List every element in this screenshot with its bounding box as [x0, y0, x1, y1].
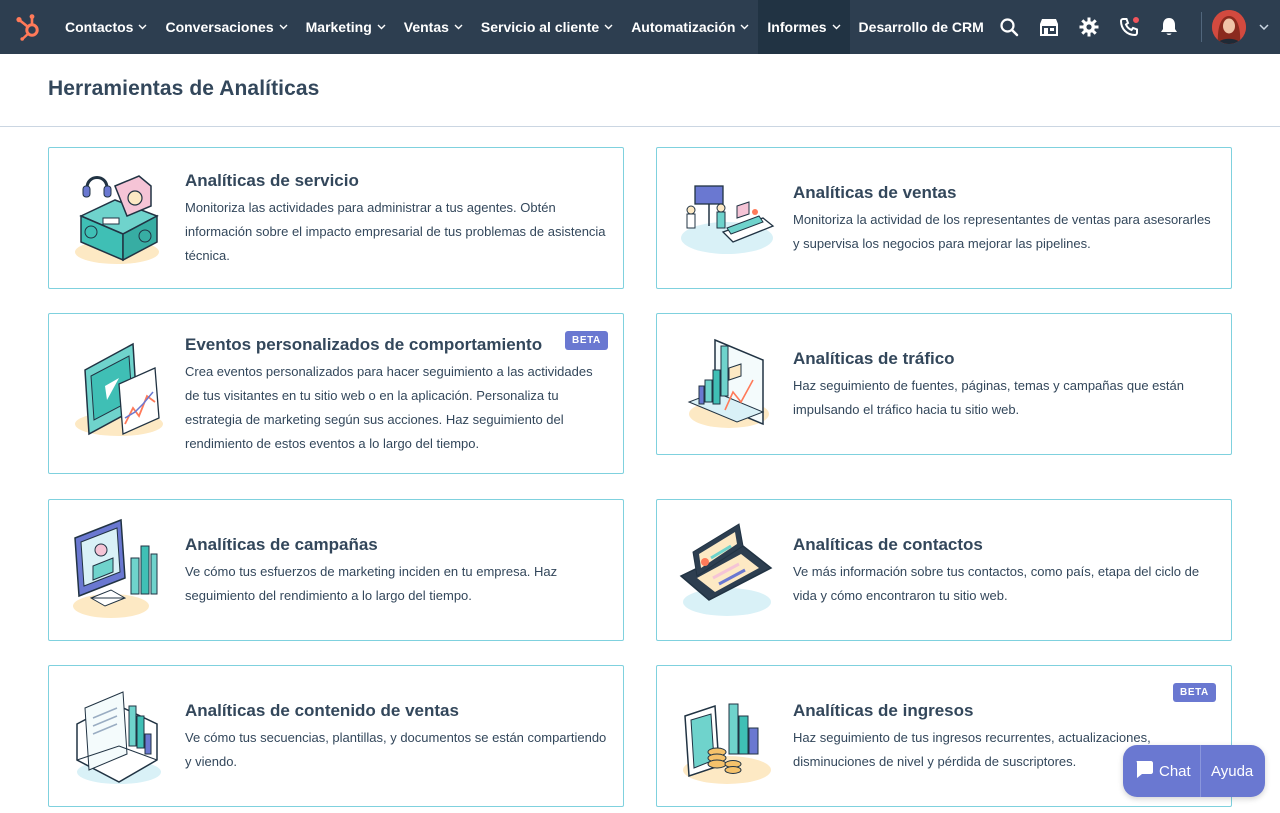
nav-utility-area [989, 0, 1280, 54]
nav-item-informes[interactable]: Informes [758, 0, 850, 54]
calling-notification-dot [1132, 16, 1140, 24]
notifications-bell-icon[interactable] [1149, 0, 1189, 54]
card-contact-analytics[interactable]: Analíticas de contactos Ve más informaci… [656, 499, 1232, 641]
help-button[interactable]: Ayuda [1201, 763, 1253, 780]
settings-gear-icon[interactable] [1069, 0, 1109, 54]
nav-divider [1201, 12, 1202, 42]
chevron-down-icon [832, 24, 841, 30]
card-custom-behavioral-events[interactable]: Eventos personalizados de comportamiento… [48, 313, 624, 474]
card-description: Monitoriza las actividades para administ… [185, 200, 606, 263]
marketplace-icon[interactable] [1029, 0, 1069, 54]
nav-item-label: Desarrollo de CRM [858, 19, 984, 35]
nav-item-contactos[interactable]: Contactos [56, 0, 156, 54]
custom-events-illustration [71, 338, 167, 442]
chevron-down-icon [740, 24, 749, 30]
traffic-analytics-illustration [679, 332, 775, 436]
chevron-down-icon [604, 24, 613, 30]
revenue-analytics-illustration [679, 684, 775, 788]
calling-icon[interactable] [1109, 0, 1149, 54]
nav-item-label: Contactos [65, 19, 134, 35]
card-description: Ve cómo tus esfuerzos de marketing incid… [185, 564, 558, 603]
card-description: Ve cómo tus secuencias, plantillas, y do… [185, 730, 607, 769]
card-traffic-analytics[interactable]: Analíticas de tráfico Haz seguimiento de… [656, 313, 1232, 455]
card-service-analytics[interactable]: Analíticas de servicio Monitoriza las ac… [48, 147, 624, 289]
nav-item-conversaciones[interactable]: Conversaciones [156, 0, 296, 54]
chat-label: Chat [1159, 762, 1191, 780]
beta-badge: BETA [565, 331, 608, 350]
chevron-down-icon [454, 24, 463, 30]
card-title: Analíticas de tráfico [793, 349, 955, 368]
nav-item-servicio-al-cliente[interactable]: Servicio al cliente [472, 0, 622, 54]
chat-help-widget: Chat Ayuda [1123, 745, 1265, 797]
card-title: Analíticas de contenido de ventas [185, 701, 459, 720]
service-analytics-illustration [71, 166, 167, 270]
card-title: Analíticas de ventas [793, 183, 957, 202]
nav-item-label: Informes [767, 19, 827, 35]
nav-item-automatización[interactable]: Automatización [622, 0, 758, 54]
nav-item-label: Automatización [631, 19, 736, 35]
card-description: Crea eventos personalizados para hacer s… [185, 364, 593, 451]
card-title: Analíticas de ingresos [793, 701, 974, 720]
nav-item-desarrollo-de-crm[interactable]: Desarrollo de CRM [850, 0, 993, 54]
sales-content-analytics-illustration [71, 684, 167, 788]
card-description: Haz seguimiento de fuentes, páginas, tem… [793, 378, 1184, 417]
chevron-down-icon [279, 24, 288, 30]
chat-button[interactable]: Chat [1123, 745, 1201, 797]
chevron-down-icon [138, 24, 147, 30]
card-description: Ve más información sobre tus contactos, … [793, 564, 1200, 603]
user-avatar[interactable] [1212, 10, 1246, 44]
hubspot-logo-icon[interactable] [0, 0, 56, 54]
chat-bubble-icon [1134, 759, 1154, 783]
card-title: Analíticas de servicio [185, 171, 359, 190]
nav-item-ventas[interactable]: Ventas [395, 0, 472, 54]
nav-item-marketing[interactable]: Marketing [297, 0, 395, 54]
page-title: Herramientas de Analíticas [48, 77, 320, 100]
nav-item-label: Marketing [305, 19, 372, 35]
campaign-analytics-illustration [71, 518, 167, 622]
card-title: Eventos personalizados de comportamiento [185, 335, 543, 354]
card-description: Monitoriza la actividad de los represent… [793, 212, 1211, 251]
nav-item-label: Conversaciones [165, 19, 274, 35]
page-header: Herramientas de Analíticas [0, 54, 1280, 127]
card-title: Analíticas de contactos [793, 535, 983, 554]
contact-analytics-illustration [679, 518, 775, 622]
nav-item-label: Servicio al cliente [480, 19, 600, 35]
card-sales-analytics[interactable]: Analíticas de ventas Monitoriza la activ… [656, 147, 1232, 289]
nav-item-label: Ventas [403, 19, 449, 35]
search-icon[interactable] [989, 0, 1029, 54]
beta-badge: BETA [1173, 683, 1216, 702]
top-navigation-bar: Contactos Conversaciones Marketing Ventas Se… [0, 0, 1280, 54]
account-menu-chevron-down-icon[interactable] [1252, 24, 1276, 30]
sales-analytics-illustration [679, 166, 775, 270]
card-campaign-analytics[interactable]: Analíticas de campañas Ve cómo tus esfue… [48, 499, 624, 641]
card-sales-content-analytics[interactable]: Analíticas de contenido de ventas Ve cóm… [48, 665, 624, 807]
card-title: Analíticas de campañas [185, 535, 378, 554]
chevron-down-icon [377, 24, 386, 30]
